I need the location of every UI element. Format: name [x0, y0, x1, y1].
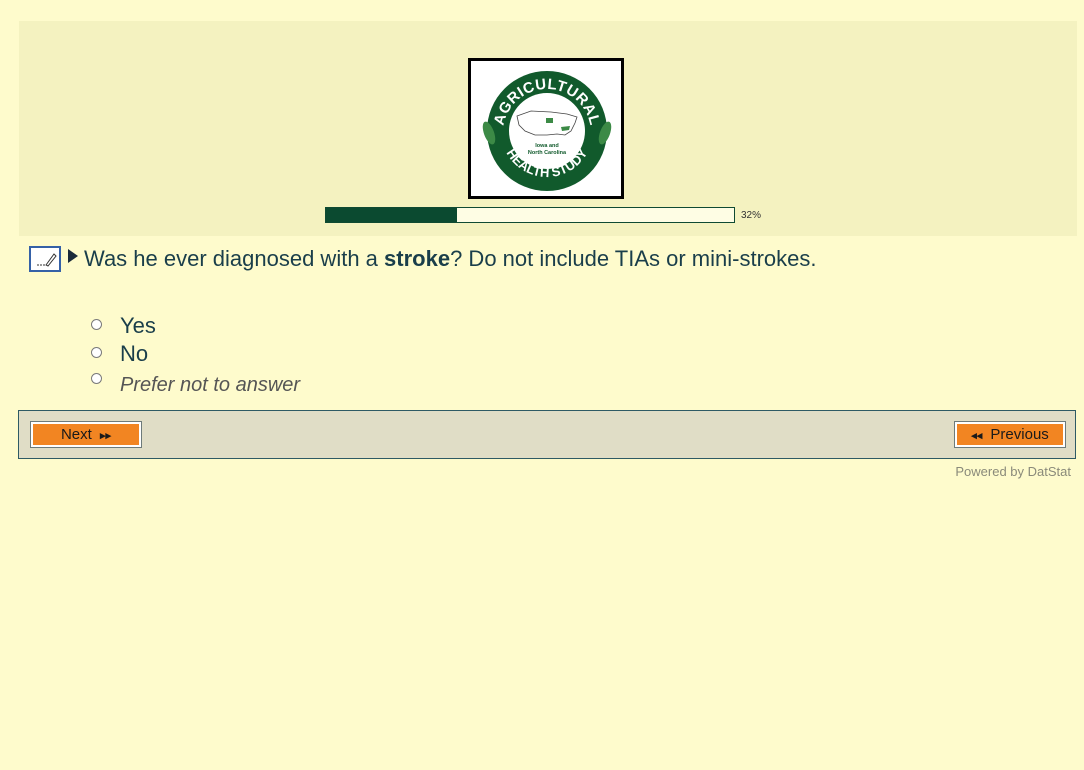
question-text-bold: stroke: [384, 246, 451, 271]
previous-button[interactable]: ◂◂ Previous: [954, 421, 1066, 448]
next-button[interactable]: Next ▸▸: [30, 421, 142, 448]
double-chevron-left-icon: ◂◂: [971, 430, 983, 442]
next-button-label: Next: [60, 426, 92, 443]
question-row: Was he ever diagnosed with a stroke? Do …: [27, 246, 1067, 276]
question-text-after: ? Do not include TIAs or mini-strokes.: [450, 246, 817, 271]
logo-graphic: AGRICULTURAL HEALTH STUDY Iowa and North…: [482, 71, 612, 191]
progress-bar: [325, 207, 735, 223]
radio-no[interactable]: [91, 347, 102, 358]
option-yes-label[interactable]: Yes: [120, 313, 156, 339]
question-text: Was he ever diagnosed with a stroke? Do …: [84, 246, 816, 272]
radio-yes[interactable]: [91, 319, 102, 330]
logo-center-line2: North Carolina: [528, 150, 567, 156]
survey-page: AGRICULTURAL HEALTH STUDY Iowa and North…: [5, 8, 1079, 770]
logo-center-line1: Iowa and: [535, 143, 559, 149]
navigation-bar: Next ▸▸ ◂◂ Previous: [18, 410, 1076, 459]
radio-prefer-not[interactable]: [91, 373, 102, 384]
option-no-label[interactable]: No: [120, 341, 148, 367]
progress-bar-fill: [326, 208, 457, 222]
powered-by-text: Powered by DatStat: [955, 464, 1071, 479]
study-logo: AGRICULTURAL HEALTH STUDY Iowa and North…: [468, 58, 624, 199]
progress-percent-label: 32%: [741, 210, 762, 221]
double-chevron-right-icon: ▸▸: [99, 430, 112, 442]
play-arrow-icon: [68, 249, 78, 263]
question-text-before: Was he ever diagnosed with a: [84, 246, 385, 271]
edit-note-icon[interactable]: [29, 246, 61, 272]
previous-button-label: Previous: [990, 426, 1049, 443]
option-prefer-not-label[interactable]: Prefer not to answer: [120, 374, 300, 397]
